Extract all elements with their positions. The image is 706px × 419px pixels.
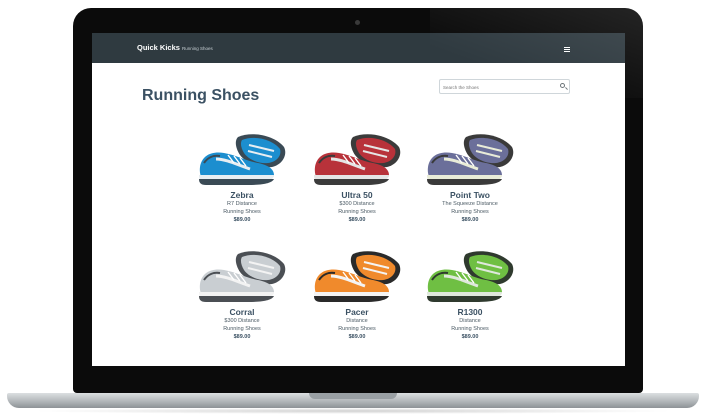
shoe-image[interactable] — [194, 246, 290, 304]
product-card[interactable]: Pacer Distance Running Shoes $89.00 — [302, 246, 412, 341]
laptop-shadow — [30, 408, 676, 414]
product-card[interactable]: Point Two The Squeeze Distance Running S… — [415, 129, 525, 224]
product-name[interactable]: Corral — [187, 307, 297, 317]
shoe-image[interactable] — [194, 129, 290, 187]
product-category: Running Shoes — [451, 326, 489, 332]
product-card[interactable]: Corral $300 Distance Running Shoes $89.0… — [187, 246, 297, 341]
shoe-image[interactable] — [309, 129, 405, 187]
product-category: Running Shoes — [223, 326, 261, 332]
product-line: The Squeeze Distance — [442, 201, 498, 207]
product-name[interactable]: Zebra — [187, 190, 297, 200]
shoe-illustration — [427, 251, 514, 302]
product-category: Running Shoes — [338, 326, 376, 332]
product-card[interactable]: Ultra 50 $300 Distance Running Shoes $89… — [302, 129, 412, 224]
product-line: $300 Distance — [224, 318, 260, 324]
shoe-illustration — [314, 134, 401, 185]
brand-logo[interactable]: Quick Kicks Running Shoes — [137, 43, 213, 52]
product-line: $300 Distance — [339, 201, 375, 207]
screen-glare — [430, 8, 643, 98]
product-name[interactable]: Pacer — [302, 307, 412, 317]
product-line: Distance — [459, 318, 481, 324]
shoe-illustration — [427, 134, 514, 185]
laptop-notch — [309, 393, 397, 399]
brand-name: Quick Kicks — [137, 43, 180, 52]
product-price: $89.00 — [233, 334, 251, 340]
product-category: Running Shoes — [338, 209, 376, 215]
product-line: Distance — [346, 318, 368, 324]
product-category: Running Shoes — [451, 209, 489, 215]
camera-icon — [355, 20, 360, 25]
shoe-image[interactable] — [422, 246, 518, 304]
product-price: $89.00 — [461, 334, 479, 340]
shoe-illustration — [199, 251, 286, 302]
product-card[interactable]: Zebra R7 Distance Running Shoes $89.00 — [187, 129, 297, 224]
shoe-image[interactable] — [309, 246, 405, 304]
product-price: $89.00 — [348, 217, 366, 223]
shoe-image[interactable] — [422, 129, 518, 187]
product-price: $89.00 — [348, 334, 366, 340]
page-title: Running Shoes — [142, 87, 260, 104]
product-name[interactable]: R1300 — [415, 307, 525, 317]
shoe-illustration — [199, 134, 286, 185]
product-line: R7 Distance — [227, 201, 257, 207]
product-name[interactable]: Point Two — [415, 190, 525, 200]
brand-tagline: Running Shoes — [181, 46, 213, 51]
product-category: Running Shoes — [223, 209, 261, 215]
product-price: $89.00 — [233, 217, 251, 223]
product-name[interactable]: Ultra 50 — [302, 190, 412, 200]
product-price: $89.00 — [461, 217, 479, 223]
shoe-illustration — [314, 251, 401, 302]
product-card[interactable]: R1300 Distance Running Shoes $89.00 — [415, 246, 525, 341]
